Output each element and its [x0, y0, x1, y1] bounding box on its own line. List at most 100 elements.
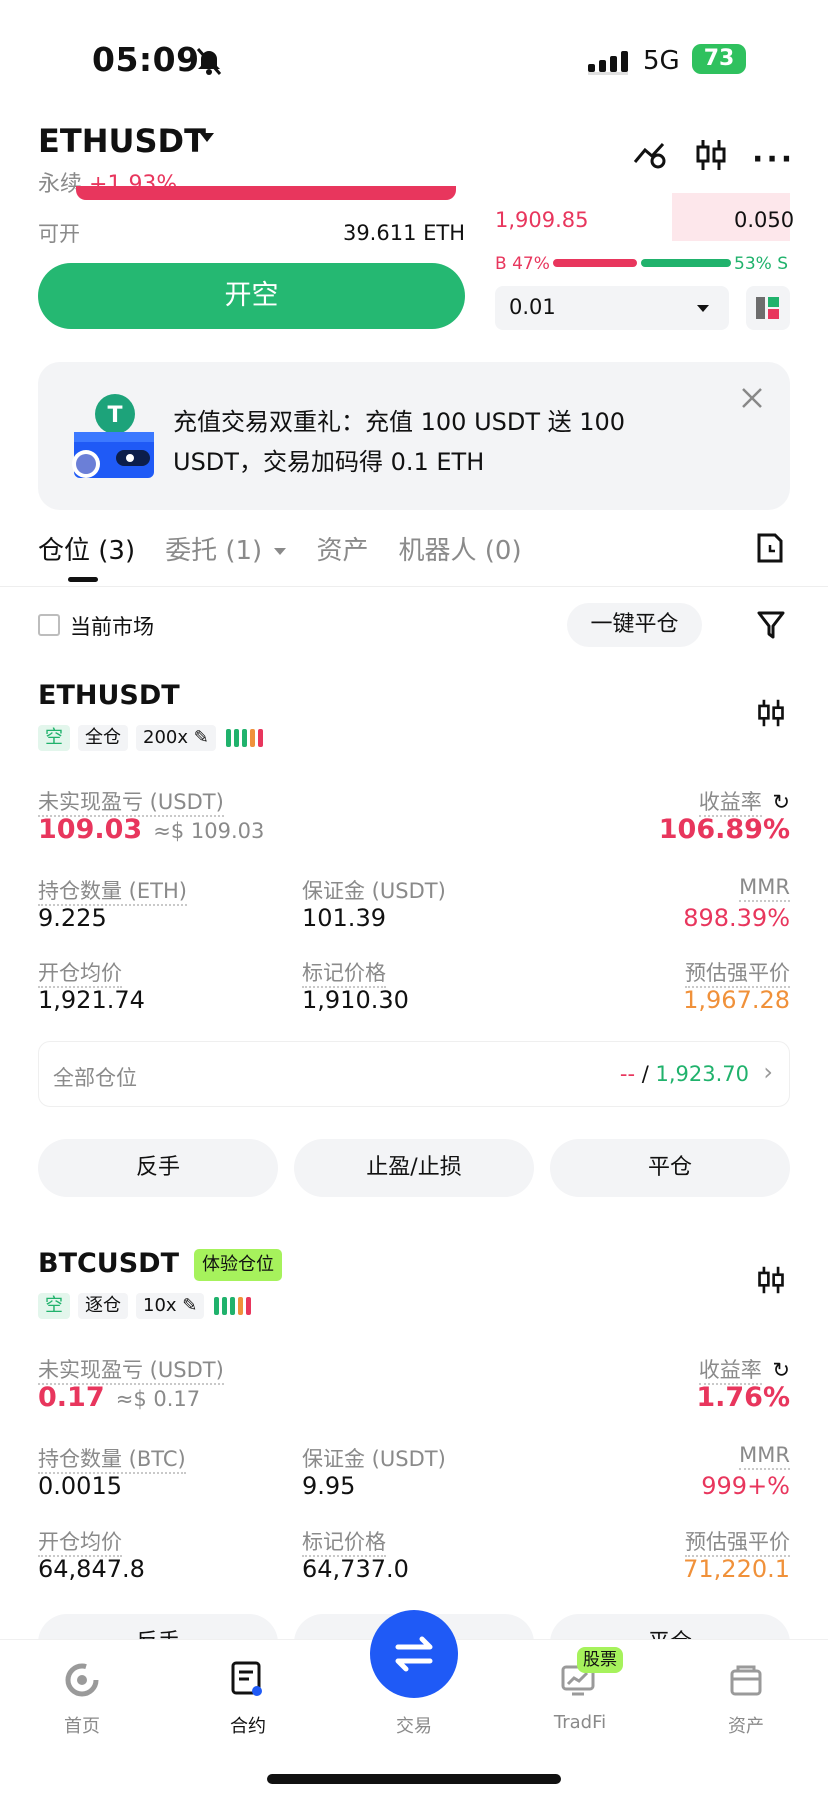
mmr-value: 999+%	[701, 1472, 790, 1500]
contract-icon[interactable]	[229, 1660, 265, 1698]
margin-value: 101.39	[302, 904, 386, 932]
battery-indicator: 73	[692, 44, 746, 74]
trade-fab[interactable]	[370, 1610, 458, 1698]
trial-position-badge: 体验仓位	[194, 1249, 282, 1281]
mark-value: 64,737.0	[302, 1555, 409, 1583]
tabs-divider	[0, 586, 828, 587]
roe-value: 106.89%	[658, 814, 790, 845]
layout-icon	[756, 297, 779, 319]
leverage-tag[interactable]: 200x ✎	[136, 725, 216, 751]
position-tags: 空 全仓 200x ✎	[38, 725, 263, 751]
close-position-button[interactable]: 平仓	[550, 1139, 790, 1197]
filter-icon[interactable]	[756, 609, 786, 641]
position-chart-icon[interactable]	[756, 1264, 786, 1296]
available-row: 可开 39.611 ETH	[38, 218, 465, 248]
entry-value: 64,847.8	[38, 1555, 145, 1583]
liq-value: 1,967.28	[683, 986, 790, 1014]
liq-value: 71,220.1	[683, 1555, 790, 1583]
chart-compare-icon[interactable]	[632, 138, 668, 170]
caret-down-icon	[697, 305, 709, 312]
share-icon[interactable]: ↻	[772, 1358, 790, 1382]
roe-label: 收益率 ↻	[698, 1354, 790, 1385]
close-icon[interactable]	[740, 386, 764, 410]
orderbook-qty: 0.050	[734, 208, 795, 232]
tpsl-button[interactable]: 止盈/止损	[294, 1139, 534, 1197]
pair-dropdown-icon[interactable]	[200, 133, 214, 142]
position-tags: 空 逐仓 10x ✎	[38, 1293, 252, 1319]
candlestick-icon[interactable]	[694, 138, 728, 172]
signal-icon	[588, 51, 628, 75]
close-all-button[interactable]: 一键平仓	[567, 603, 702, 647]
pair-title[interactable]: ETHUSDT	[38, 122, 206, 160]
share-icon[interactable]: ↻	[772, 790, 790, 814]
ratio-bar-sell	[640, 259, 731, 267]
position-symbol[interactable]: BTCUSDT	[38, 1248, 179, 1279]
margin-value: 9.95	[302, 1472, 356, 1500]
network-type: 5G	[643, 46, 680, 76]
leverage-value: 10x	[143, 1295, 177, 1316]
entry-label: 开仓均价	[38, 1526, 122, 1557]
open-short-button[interactable]: 开空	[38, 263, 465, 329]
entry-label: 开仓均价	[38, 957, 122, 988]
contract-type: 永续	[38, 172, 83, 197]
position-symbol[interactable]: ETHUSDT	[38, 680, 180, 711]
nav-trade[interactable]: 交易	[369, 1712, 459, 1738]
promo-text-line2: USDT，交易加码得 0.1 ETH	[173, 448, 485, 476]
available-label: 可开	[38, 222, 80, 246]
home-icon[interactable]	[64, 1662, 100, 1698]
roe-value: 1.76%	[696, 1382, 790, 1413]
pnl-label: 未实现盈亏 (USDT)	[38, 786, 224, 817]
risk-level-icon	[214, 1297, 252, 1315]
nav-assets[interactable]: 资产	[701, 1712, 791, 1738]
history-icon[interactable]	[756, 532, 784, 564]
layout-toggle[interactable]	[746, 286, 790, 330]
edit-icon: ✎	[193, 727, 209, 748]
size-label: 持仓数量 (ETH)	[38, 875, 187, 906]
edit-icon: ✎	[182, 1295, 198, 1316]
tab-orders[interactable]: 委托 (1)	[165, 530, 287, 567]
buy-ratio: B 47%	[495, 254, 550, 274]
tab-orders-caret-icon	[274, 548, 287, 555]
tab-orders-label: 委托 (1)	[165, 536, 263, 566]
reverse-button[interactable]: 反手	[38, 1139, 278, 1197]
ratio-bar-buy	[553, 259, 637, 267]
svg-text:T: T	[107, 403, 122, 428]
mmr-label: MMR	[739, 1443, 790, 1470]
liq-label: 预估强平价	[685, 1526, 790, 1557]
pnl-value: 109.03 ≈$ 109.03	[38, 814, 265, 845]
position-chart-icon[interactable]	[756, 697, 786, 729]
mmr-value: 898.39%	[683, 904, 790, 932]
assets-icon[interactable]	[728, 1662, 764, 1698]
slider-track[interactable]	[76, 186, 456, 200]
promo-text-line1: 充值交易双重礼：充值 100 USDT 送 100	[173, 408, 626, 436]
size-value: 0.0015	[38, 1472, 122, 1500]
mark-label: 标记价格	[302, 957, 386, 988]
current-market-label: 当前市场	[70, 615, 154, 639]
tradfi-badge: 股票	[577, 1647, 623, 1673]
tab-positions-label: 仓位 (3)	[38, 536, 136, 566]
all-positions-row[interactable]: 全部仓位 -- / 1,923.70 ›	[38, 1041, 790, 1107]
leverage-value: 200x	[143, 727, 189, 748]
more-icon[interactable]: ···	[752, 142, 795, 177]
all-positions-values: -- / 1,923.70	[619, 1062, 749, 1086]
leverage-tag[interactable]: 10x ✎	[136, 1293, 205, 1319]
margin-mode-tag: 逐仓	[78, 1293, 128, 1319]
tab-bots[interactable]: 机器人 (0)	[399, 530, 522, 567]
current-market-checkbox[interactable]	[38, 614, 60, 636]
margin-label: 保证金 (USDT)	[302, 1447, 446, 1471]
nav-home[interactable]: 首页	[37, 1712, 127, 1738]
tab-positions[interactable]: 仓位 (3)	[38, 530, 136, 582]
promo-wallet-icon: T	[72, 394, 154, 478]
orderbook-price[interactable]: 1,909.85	[495, 208, 589, 232]
qty-select[interactable]: 0.01	[495, 286, 729, 330]
bell-muted-icon	[196, 48, 222, 75]
side-tag: 空	[38, 1293, 70, 1319]
nav-tradfi[interactable]: TradFi	[535, 1712, 625, 1733]
tab-assets[interactable]: 资产	[316, 530, 368, 567]
entry-value: 1,921.74	[38, 986, 145, 1014]
swap-icon	[395, 1636, 433, 1672]
mark-label: 标记价格	[302, 1526, 386, 1557]
size-label: 持仓数量 (BTC)	[38, 1443, 186, 1474]
chevron-right-icon: ›	[763, 1058, 773, 1086]
nav-contract[interactable]: 合约	[203, 1712, 293, 1738]
